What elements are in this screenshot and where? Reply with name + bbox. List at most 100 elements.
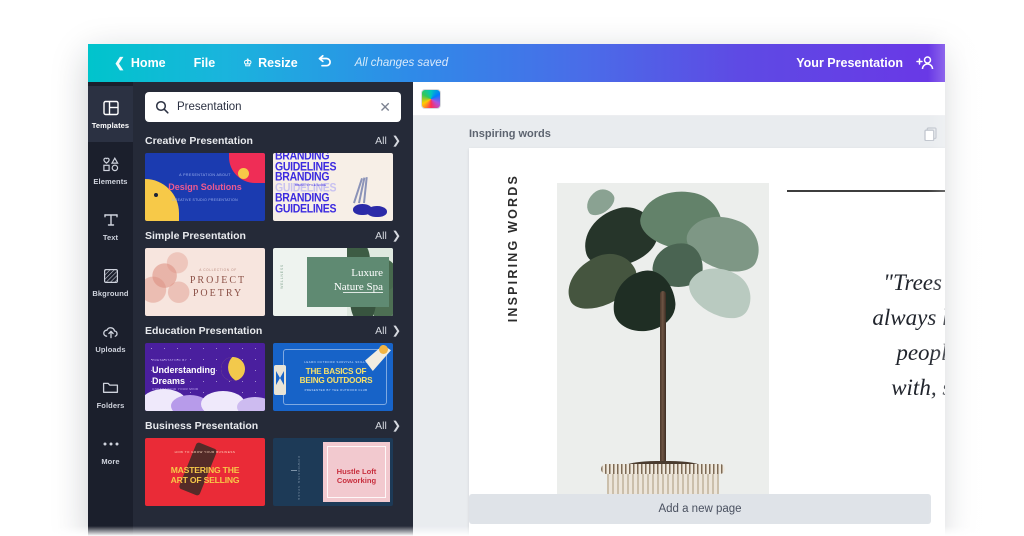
canvas-area[interactable]: Inspiring words INSPIRING WORDS "Trees a… [413, 116, 945, 536]
see-all-label: All [375, 419, 387, 432]
template-title-line-1: PROJECT [189, 275, 247, 286]
slide-vertical-title[interactable]: INSPIRING WORDS [506, 174, 520, 322]
document-title[interactable]: Your Presentation [796, 56, 903, 70]
shapes-icon [102, 155, 120, 173]
close-icon[interactable]: ✕ [379, 100, 391, 114]
template-side-caption: WELLNESS [280, 264, 284, 289]
templates-icon [102, 99, 119, 117]
slide-quote-text[interactable]: "Trees an always look people with, so [777, 266, 945, 406]
quote-line-4: with, so [891, 374, 945, 400]
sidebar-label-templates: Templates [91, 120, 130, 130]
pink-card-shape: Hustle Loft Coworking [323, 442, 390, 502]
templates-panel: Presentation ✕ Creative Presentation All… [133, 82, 413, 536]
sidebar-item-elements[interactable]: Elements [88, 142, 133, 198]
see-all-link[interactable]: All ❯ [375, 324, 401, 338]
see-all-label: All [375, 229, 387, 242]
undo-icon [318, 54, 331, 67]
slide-photo[interactable] [557, 183, 769, 513]
folder-icon [102, 379, 119, 397]
crown-icon: ♔ [243, 57, 253, 69]
quote-line-1: "Trees an [883, 270, 945, 295]
sidebar-label-elements: Elements [93, 176, 128, 186]
template-title-line-2: POETRY [192, 288, 244, 299]
template-thumbnails: A COLLECTION OF PROJECT POETRY WELLNESS … [145, 248, 401, 316]
branding-mini-caption: BRAND STYLE GUIDE [295, 183, 327, 187]
see-all-link[interactable]: All ❯ [375, 134, 401, 148]
section-header: Business Presentation All ❯ [145, 419, 401, 433]
quote-line-3: people [896, 339, 945, 365]
template-card-understanding-dreams[interactable]: PRESENTATION BY Understanding Dreams UND… [145, 343, 265, 411]
sidebar-label-more: More [101, 456, 120, 466]
sidebar-item-bkground[interactable]: Bkground [88, 254, 133, 310]
fiddle-leaf-fig-plant-photo [557, 183, 769, 513]
search-input[interactable]: Presentation [177, 101, 371, 113]
editor-body: Templates Elements Text Bkground Uploads… [88, 82, 945, 536]
ellipsis-icon [102, 435, 120, 453]
divider-dash [291, 470, 297, 471]
resize-button[interactable]: ♔ Resize [229, 52, 312, 74]
left-nav-rail: Templates Elements Text Bkground Uploads… [88, 82, 133, 536]
slide-canvas[interactable]: INSPIRING WORDS "Trees always peop with, [469, 148, 945, 536]
search-icon [155, 100, 169, 114]
template-thumbnails: PRESENTATION BY Understanding Dreams UND… [145, 343, 401, 411]
undo-button[interactable] [312, 52, 343, 75]
template-card-basics-of-being-outdoors[interactable]: LEARN OUTDOOR SURVIVAL SKILLS THE BASICS… [273, 343, 393, 411]
duplicate-page-icon[interactable] [924, 127, 937, 146]
template-card-branding-guidelines[interactable]: BRANDING GUIDELINES BRANDING GUIDELINES … [273, 153, 393, 221]
template-title: Design Solutions [168, 182, 242, 192]
template-card-design-solutions[interactable]: A PRESENTATION ABOUT Design Solutions CR… [145, 153, 265, 221]
template-card-mastering-art-of-selling[interactable]: HOW TO GROW YOUR BUSINESS MASTERING THE … [145, 438, 265, 506]
template-top-caption: HOW TO GROW YOUR BUSINESS [174, 450, 236, 454]
section-title: Business Presentation [145, 419, 259, 432]
upload-cloud-icon [102, 323, 120, 341]
shoe-illustration [347, 177, 391, 217]
add-new-page-button[interactable]: Add a new page [469, 494, 931, 524]
search-bar[interactable]: Presentation ✕ [145, 92, 401, 122]
sidebar-label-uploads: Uploads [95, 344, 126, 354]
sidebar-item-more[interactable]: More [88, 422, 133, 478]
share-button[interactable] [915, 55, 935, 71]
template-top-caption: LEARN OUTDOOR SURVIVAL SKILLS [304, 360, 368, 364]
see-all-link[interactable]: All ❯ [375, 419, 401, 433]
template-title-line-1: Understanding [152, 365, 216, 375]
home-label: Home [130, 56, 166, 70]
slide-right-column: "Trees an always look people with, so Zo… [769, 148, 945, 536]
page-title[interactable]: Inspiring words [469, 128, 551, 140]
file-menu-button[interactable]: File [180, 52, 230, 74]
sidebar-item-text[interactable]: Text [88, 198, 133, 254]
home-button[interactable]: ❮ Home [100, 51, 180, 75]
sidebar-item-folders[interactable]: Folders [88, 366, 133, 422]
text-icon [103, 211, 119, 229]
see-all-link[interactable]: All ❯ [375, 229, 401, 243]
template-title-line-1: THE BASICS OF [305, 367, 367, 376]
template-card-hustle-loft-coworking[interactable]: COWORKING SPACE Hustle Loft Coworking [273, 438, 393, 506]
template-card-project-poetry[interactable]: A COLLECTION OF PROJECT POETRY [145, 248, 265, 316]
template-title-line-1: Hustle Loft [336, 467, 377, 476]
section-creative-presentation: Creative Presentation All ❯ A PRESENTATI… [133, 134, 413, 221]
editor-pane: Inspiring words INSPIRING WORDS "Trees a… [413, 82, 945, 536]
see-all-label: All [375, 324, 387, 337]
pink-corner-shape [229, 153, 265, 183]
add-person-icon [916, 56, 934, 70]
section-header: Simple Presentation All ❯ [145, 229, 401, 243]
color-picker-icon[interactable] [421, 88, 441, 109]
slide-left-column: INSPIRING WORDS [469, 148, 557, 536]
badge-dot-shape [379, 345, 388, 354]
section-title: Simple Presentation [145, 229, 246, 242]
sidebar-label-folders: Folders [96, 400, 125, 410]
section-business-presentation: Business Presentation All ❯ HOW TO GROW … [133, 419, 413, 506]
template-title-line-2: ART OF SELLING [170, 475, 240, 485]
quote-line-2: always look [872, 304, 945, 330]
template-bottom-caption: PRESENTED BY THE OUTDOOR CLUB [304, 388, 368, 392]
template-title-line-1: MASTERING THE [170, 465, 240, 475]
branding-line-6: GUIDELINES [275, 201, 337, 216]
template-card-luxure-nature-spa[interactable]: WELLNESS Luxure Nature Spa [273, 248, 393, 316]
sidebar-item-templates[interactable]: Templates [88, 86, 133, 142]
section-education-presentation: Education Presentation All ❯ PRESENTATIO… [133, 324, 413, 411]
template-title-line-2: BEING OUTDOORS [299, 376, 373, 385]
template-thumbnails: A PRESENTATION ABOUT Design Solutions CR… [145, 153, 401, 221]
dark-dot-shape [154, 193, 158, 197]
section-title: Creative Presentation [145, 134, 253, 147]
slide-quote-author[interactable]: Zora [777, 436, 945, 448]
sidebar-item-uploads[interactable]: Uploads [88, 310, 133, 366]
